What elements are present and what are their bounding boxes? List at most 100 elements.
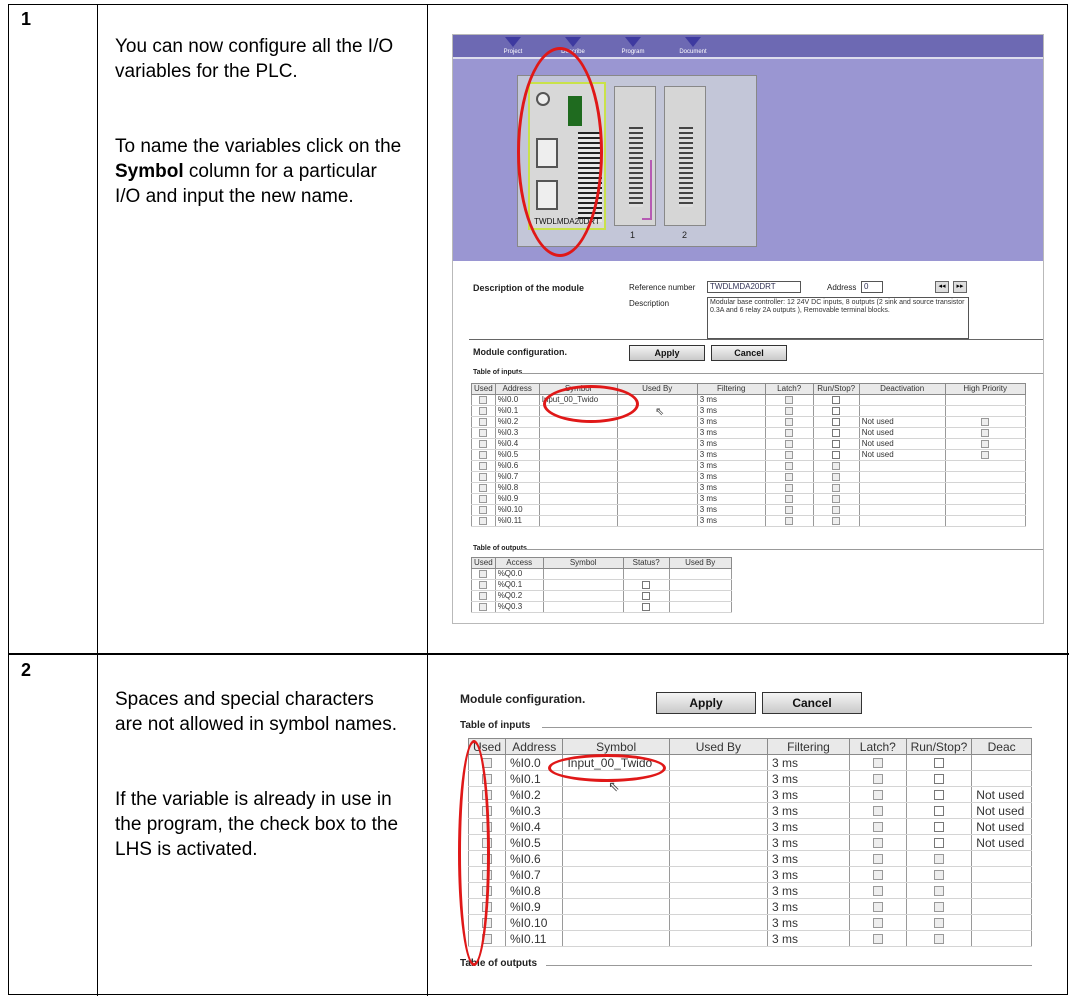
run-stop-checkbox[interactable] (905, 914, 973, 931)
latch-checkbox[interactable] (764, 438, 814, 450)
latch-checkbox[interactable] (849, 818, 907, 835)
run-stop-checkbox[interactable] (812, 427, 860, 439)
table-row[interactable]: %I0.3 3 ms Not used (467, 802, 1032, 819)
latch-checkbox[interactable] (849, 850, 907, 867)
symbol-cell[interactable] (542, 579, 624, 591)
run-stop-checkbox[interactable] (812, 416, 860, 428)
latch-checkbox[interactable] (764, 416, 814, 428)
used-checkbox[interactable] (471, 394, 496, 406)
table-row[interactable]: %I0.2 3 ms Not used (467, 786, 1032, 803)
table-row[interactable]: %I0.9 3 ms (471, 493, 1026, 505)
table-row[interactable]: %I0.8 3 ms (471, 482, 1026, 494)
latch-checkbox[interactable] (764, 449, 814, 461)
high-priority-checkbox[interactable] (944, 449, 1026, 461)
latch-checkbox[interactable] (849, 754, 907, 771)
latch-checkbox[interactable] (764, 427, 814, 439)
filtering-cell[interactable]: 3 ms (696, 416, 766, 428)
latch-checkbox[interactable] (849, 914, 907, 931)
table-row[interactable]: %I0.5 3 ms Not used (471, 449, 1026, 461)
filtering-cell[interactable]: 3 ms (696, 460, 766, 472)
filtering-cell[interactable]: 3 ms (696, 438, 766, 450)
table-row[interactable]: %I0.7 3 ms (467, 866, 1032, 883)
deactivation-cell[interactable] (858, 515, 946, 527)
used-checkbox[interactable] (471, 504, 496, 516)
run-stop-checkbox[interactable] (905, 770, 973, 787)
symbol-cell[interactable] (562, 898, 670, 915)
prev-module-button[interactable]: ◂◂ (935, 281, 949, 293)
symbol-cell[interactable] (562, 882, 670, 899)
address-field[interactable]: 0 (861, 281, 883, 293)
deactivation-cell[interactable] (858, 493, 946, 505)
cancel-button[interactable]: Cancel (711, 345, 787, 361)
next-module-button[interactable]: ▸▸ (953, 281, 967, 293)
deactivation-cell[interactable] (858, 471, 946, 483)
high-priority-checkbox[interactable] (944, 394, 1026, 406)
deactivation-cell[interactable]: Not used (971, 802, 1032, 819)
table-row[interactable]: %I0.5 3 ms Not used (467, 834, 1032, 851)
filtering-cell[interactable]: 3 ms (696, 427, 766, 439)
table-row[interactable]: %Q0.1 (471, 579, 732, 591)
run-stop-checkbox[interactable] (812, 471, 860, 483)
symbol-cell[interactable] (562, 802, 670, 819)
table-row[interactable]: %I0.10 3 ms (467, 914, 1032, 931)
deactivation-cell[interactable]: Not used (858, 416, 946, 428)
deactivation-cell[interactable] (971, 930, 1032, 947)
run-stop-checkbox[interactable] (812, 449, 860, 461)
tab-program[interactable]: Program (603, 37, 663, 57)
symbol-cell[interactable] (538, 504, 618, 516)
description-field[interactable]: Modular base controller: 12 24V DC input… (707, 297, 969, 339)
status-checkbox[interactable] (622, 579, 670, 591)
filtering-cell[interactable]: 3 ms (766, 930, 851, 947)
filtering-cell[interactable]: 3 ms (766, 834, 851, 851)
symbol-cell[interactable] (538, 493, 618, 505)
run-stop-checkbox[interactable] (812, 394, 860, 406)
table-row[interactable]: %I0.9 3 ms (467, 898, 1032, 915)
used-checkbox[interactable] (471, 449, 496, 461)
table-row[interactable]: %I0.6 3 ms (467, 850, 1032, 867)
symbol-cell[interactable] (538, 515, 618, 527)
latch-checkbox[interactable] (764, 405, 814, 417)
high-priority-checkbox[interactable] (944, 460, 1026, 472)
filtering-cell[interactable]: 3 ms (696, 405, 766, 417)
filtering-cell[interactable]: 3 ms (766, 850, 851, 867)
high-priority-checkbox[interactable] (944, 416, 1026, 428)
symbol-cell[interactable] (538, 471, 618, 483)
filtering-cell[interactable]: 3 ms (696, 504, 766, 516)
latch-checkbox[interactable] (849, 898, 907, 915)
symbol-cell[interactable] (538, 460, 618, 472)
latch-checkbox[interactable] (849, 770, 907, 787)
filtering-cell[interactable]: 3 ms (766, 882, 851, 899)
run-stop-checkbox[interactable] (905, 786, 973, 803)
latch-checkbox[interactable] (764, 493, 814, 505)
latch-checkbox[interactable] (849, 866, 907, 883)
used-checkbox[interactable] (471, 568, 496, 580)
symbol-cell[interactable] (542, 590, 624, 602)
symbol-cell[interactable] (542, 601, 624, 613)
filtering-cell[interactable]: 3 ms (766, 866, 851, 883)
deactivation-cell[interactable]: Not used (858, 427, 946, 439)
high-priority-checkbox[interactable] (944, 493, 1026, 505)
used-checkbox[interactable] (471, 601, 496, 613)
high-priority-checkbox[interactable] (944, 427, 1026, 439)
filtering-cell[interactable]: 3 ms (766, 770, 851, 787)
high-priority-checkbox[interactable] (944, 405, 1026, 417)
deactivation-cell[interactable]: Not used (971, 818, 1032, 835)
used-checkbox[interactable] (471, 471, 496, 483)
run-stop-checkbox[interactable] (812, 438, 860, 450)
table-row[interactable]: %I0.6 3 ms (471, 460, 1026, 472)
filtering-cell[interactable]: 3 ms (766, 754, 851, 771)
high-priority-checkbox[interactable] (944, 482, 1026, 494)
run-stop-checkbox[interactable] (905, 818, 973, 835)
table-row[interactable]: %I0.7 3 ms (471, 471, 1026, 483)
run-stop-checkbox[interactable] (812, 493, 860, 505)
deactivation-cell[interactable] (971, 914, 1032, 931)
used-checkbox[interactable] (471, 579, 496, 591)
expansion-module-2[interactable] (664, 86, 706, 226)
status-checkbox[interactable] (622, 601, 670, 613)
latch-checkbox[interactable] (849, 786, 907, 803)
table-row[interactable]: %Q0.2 (471, 590, 732, 602)
filtering-cell[interactable]: 3 ms (766, 818, 851, 835)
table-row[interactable]: %I0.8 3 ms (467, 882, 1032, 899)
used-checkbox[interactable] (471, 427, 496, 439)
status-checkbox[interactable] (622, 568, 670, 580)
